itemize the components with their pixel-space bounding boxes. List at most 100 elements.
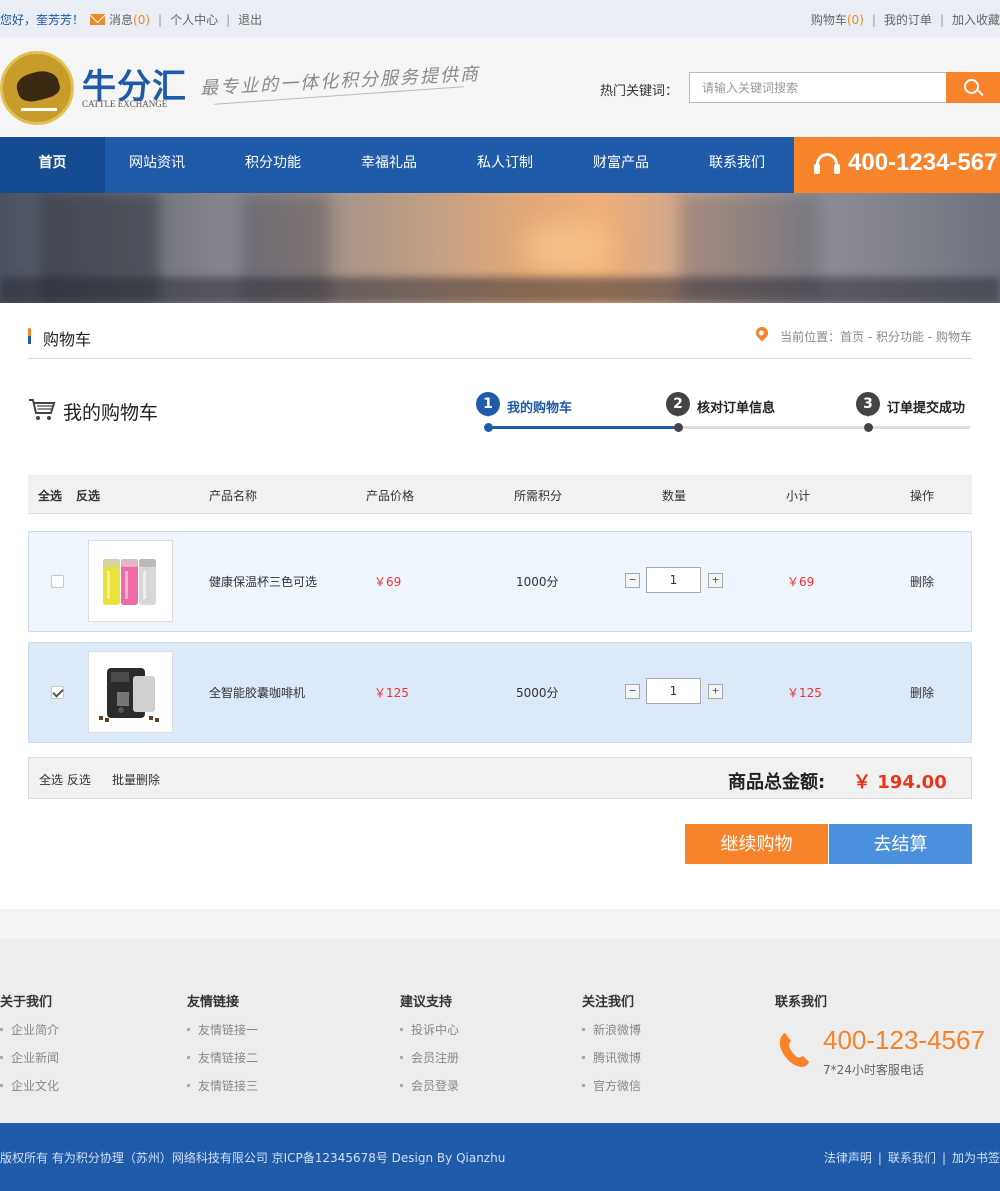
footer-link[interactable]: 腾讯微博	[582, 1049, 641, 1066]
step-1-badge: 1	[476, 392, 500, 417]
footer-col-title: 友情链接	[187, 995, 240, 1010]
step-3-label: 订单提交成功	[887, 401, 966, 416]
quantity-input[interactable]	[646, 567, 701, 593]
divider: |	[939, 13, 944, 27]
product-price: ￥69	[374, 575, 402, 589]
quantity-minus-button[interactable]: −	[625, 684, 640, 699]
batch-delete-button[interactable]: 批量删除	[112, 771, 160, 788]
footer-link[interactable]: 会员登录	[400, 1077, 459, 1094]
footer-col-title: 联系我们	[775, 995, 828, 1010]
page-title: 购物车	[43, 330, 92, 349]
table-row: 健康保温杯三色可选 ￥69 1000分 − + ￥69 删除	[28, 531, 972, 632]
site-footer: 关于我们 企业简介 企业新闻 企业文化 友情链接 友情链接一 友情链接二 友情链…	[0, 909, 1000, 1123]
product-points: 1000分	[516, 575, 559, 589]
messages-link[interactable]: 消息	[109, 13, 133, 27]
footer-link[interactable]: 企业简介	[0, 1021, 59, 1038]
col-quantity: 数量	[662, 489, 687, 503]
delete-button[interactable]: 删除	[910, 573, 934, 590]
divider: |	[871, 13, 876, 27]
col-price: 产品价格	[366, 489, 415, 503]
footer-phone-note: 7*24小时客服电话	[823, 1063, 924, 1077]
add-favorite-link[interactable]: 加入收藏	[952, 13, 1000, 27]
cart-summary-bar: 全选 反选 批量删除 商品总金额: ￥ 194.00	[28, 757, 972, 799]
total-amount: ￥ 194.00	[853, 772, 947, 793]
product-points: 5000分	[516, 686, 559, 700]
nav-item-news[interactable]: 网站资讯	[105, 137, 209, 193]
banner-image	[0, 193, 1000, 303]
quantity-minus-button[interactable]: −	[625, 573, 640, 588]
breadcrumb[interactable]: 当前位置：首页 - 积分功能 - 购物车	[780, 328, 972, 345]
bookmark-link[interactable]: 加为书签	[952, 1151, 1000, 1165]
product-name[interactable]: 全智能胶囊咖啡机	[209, 684, 305, 701]
mail-icon[interactable]	[90, 14, 106, 25]
footer-link[interactable]: 投诉中心	[400, 1021, 459, 1038]
continue-shopping-button[interactable]: 继续购物	[685, 824, 828, 864]
select-all-link[interactable]: 全选	[38, 487, 62, 504]
hot-keywords-label: 热门关键词：	[600, 84, 679, 99]
site-header: 牛分汇 CATTLE EXCHANGE 最专业的一体化积分服务提供商 热门关键词…	[0, 37, 1000, 137]
contact-link[interactable]: 联系我们	[888, 1151, 936, 1165]
footer-link[interactable]: 友情链接二	[187, 1049, 258, 1066]
footer-link[interactable]: 新浪微博	[582, 1021, 641, 1038]
footer-col-about: 关于我们 企业简介 企业新闻 企业文化	[0, 991, 59, 1094]
top-bar: 您好，奎芳芳！ 消息(0) | 个人中心 | 退出 购物车(0) | 我的订单 | 加入收藏	[0, 0, 1000, 37]
product-name[interactable]: 健康保温杯三色可选	[209, 573, 317, 590]
nav-item-points[interactable]: 积分功能	[220, 137, 326, 193]
footer-col-title: 关注我们	[582, 995, 635, 1010]
top-bar-left: 您好，奎芳芳！ 消息(0) | 个人中心 | 退出	[0, 11, 262, 28]
messages-count: (0)	[133, 13, 151, 27]
steps-progress	[488, 426, 970, 429]
headset-icon	[814, 153, 840, 174]
search-input[interactable]	[689, 72, 947, 103]
logout-link[interactable]: 退出	[238, 13, 262, 27]
cart-link[interactable]: 购物车	[811, 13, 847, 27]
copyright-bar: 版权所有 有为积分协理（苏州）网络科技有限公司 京ICP备12345678号 D…	[0, 1123, 1000, 1191]
legal-link[interactable]: 法律声明	[824, 1151, 872, 1165]
row-checkbox[interactable]	[51, 575, 64, 588]
greeting-text: 您好，奎芳芳！	[0, 13, 85, 27]
quantity-plus-button[interactable]: +	[708, 573, 723, 588]
product-image-coffee-machine[interactable]	[88, 651, 173, 733]
footer-link[interactable]: 会员注册	[400, 1049, 459, 1066]
row-subtotal: ￥69	[787, 575, 815, 589]
quantity-plus-button[interactable]: +	[708, 684, 723, 699]
copyright-text: 版权所有 有为积分协理（苏州）网络科技有限公司 京ICP备12345678号 D…	[0, 1151, 506, 1165]
total-label: 商品总金额:	[728, 772, 826, 793]
footer-col-title: 关于我们	[0, 995, 53, 1010]
row-checkbox[interactable]	[51, 686, 64, 699]
logo-bull-icon[interactable]	[0, 51, 74, 125]
step-2-label: 核对订单信息	[697, 401, 776, 416]
my-orders-link[interactable]: 我的订单	[884, 13, 932, 27]
nav-item-home[interactable]: 首页	[0, 137, 105, 193]
footer-link[interactable]: 友情链接一	[187, 1021, 258, 1038]
product-image-thermos[interactable]	[88, 540, 173, 622]
copyright-links: 法律声明 | 联系我们 | 加为书签	[823, 1151, 1000, 1165]
search-button[interactable]	[946, 72, 1000, 103]
nav-item-wealth[interactable]: 财富产品	[568, 137, 674, 193]
nav-item-gifts[interactable]: 幸福礼品	[336, 137, 442, 193]
col-subtotal: 小计	[786, 489, 811, 503]
product-price: ￥125	[374, 686, 409, 700]
footer-col-support: 建议支持 投诉中心 会员注册 会员登录	[400, 991, 459, 1094]
step-1-label: 我的购物车	[507, 401, 573, 416]
footer-col-contact: 联系我们	[775, 991, 827, 1010]
user-center-link[interactable]: 个人中心	[170, 13, 218, 27]
footer-col-links: 友情链接 友情链接一 友情链接二 友情链接三	[187, 991, 258, 1094]
nav-item-custom[interactable]: 私人订制	[452, 137, 558, 193]
select-invert-links[interactable]: 全选 反选	[39, 771, 91, 788]
title-marker	[28, 328, 31, 344]
delete-button[interactable]: 删除	[910, 684, 934, 701]
top-bar-right: 购物车(0) | 我的订单 | 加入收藏	[811, 11, 1000, 28]
footer-link[interactable]: 友情链接三	[187, 1077, 258, 1094]
quantity-input[interactable]	[646, 678, 701, 704]
footer-link[interactable]: 企业文化	[0, 1077, 59, 1094]
invert-select-link[interactable]: 反选	[76, 487, 100, 504]
step-2-badge: 2	[666, 392, 690, 417]
footer-link[interactable]: 企业新闻	[0, 1049, 59, 1066]
footer-phone-number: 400-123-4567	[823, 1025, 985, 1055]
hotline-number: 400-1234-567	[848, 149, 998, 176]
nav-item-contact[interactable]: 联系我们	[684, 137, 790, 193]
checkout-button[interactable]: 去结算	[829, 824, 972, 864]
footer-col-title: 建议支持	[400, 995, 453, 1010]
footer-link[interactable]: 官方微信	[582, 1077, 641, 1094]
